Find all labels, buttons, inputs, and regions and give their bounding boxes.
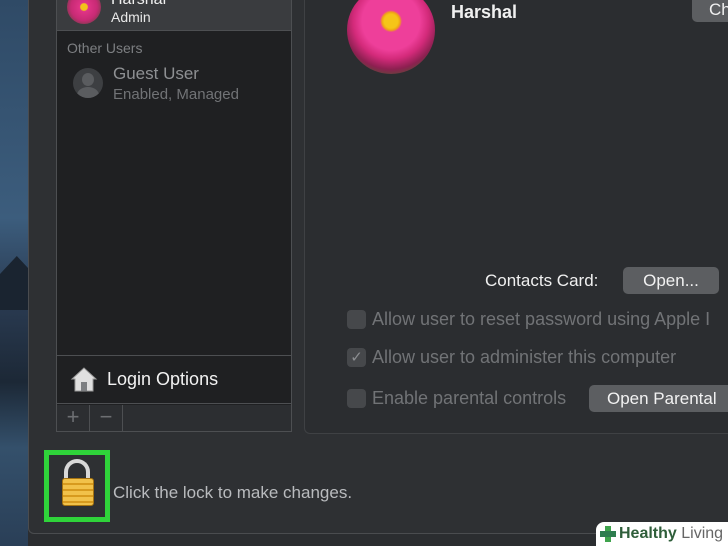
user-full-name: Harshal [451,2,518,22]
sidebar-user-role: Admin [111,9,151,25]
reset-password-label: Allow user to reset password using Apple… [372,309,711,329]
guest-user-status: Enabled, Managed [113,86,239,103]
lock-body [62,478,94,506]
parental-controls-label: Enable parental controls [372,388,567,408]
change-password-button[interactable]: Ch [692,0,728,22]
add-user-button[interactable]: + [57,405,90,431]
avatar[interactable] [347,0,435,74]
login-options-button[interactable]: Login Options [57,355,291,404]
open-parental-controls-button[interactable]: Open Parental [589,385,728,412]
sidebar-button-bar: + − [57,405,291,431]
watermark-brand-light: Living [681,525,724,542]
login-options-label: Login Options [107,369,219,389]
guest-user-name: Guest User [113,64,199,83]
watermark-text: Healthy Living [619,525,723,543]
sidebar-user-name: Harshal [111,0,166,9]
reset-password-checkbox[interactable] [347,310,366,329]
avatar-small [67,0,101,24]
wallpaper-mountain [0,256,28,310]
administer-label: Allow user to administer this computer [372,347,677,367]
watermark-brand-bold: Healthy [619,525,677,542]
section-label-other-users: Other Users [67,40,143,56]
parental-controls-checkbox[interactable] [347,389,366,408]
lock-message: Click the lock to make changes. [113,483,353,502]
plus-cross-logo-icon [600,526,616,542]
sidebar-item-current-user[interactable]: Harshal Admin [57,0,291,31]
healthy-living-watermark: Healthy Living [596,522,728,546]
user-details-panel: Harshal Ch Contacts Card: Open... Allow … [304,0,728,434]
house-icon [70,367,98,392]
remove-user-button[interactable]: − [90,405,123,431]
open-contacts-button[interactable]: Open... [623,267,719,294]
users-sidebar: Harshal Admin Other Users Guest User Ena… [56,0,292,432]
desktop-wallpaper [0,0,28,546]
administer-checkbox[interactable]: ✓ [347,348,366,367]
contacts-card-label: Contacts Card: [485,271,599,290]
person-silhouette-icon [73,68,103,98]
checkmark-icon: ✓ [350,349,363,366]
